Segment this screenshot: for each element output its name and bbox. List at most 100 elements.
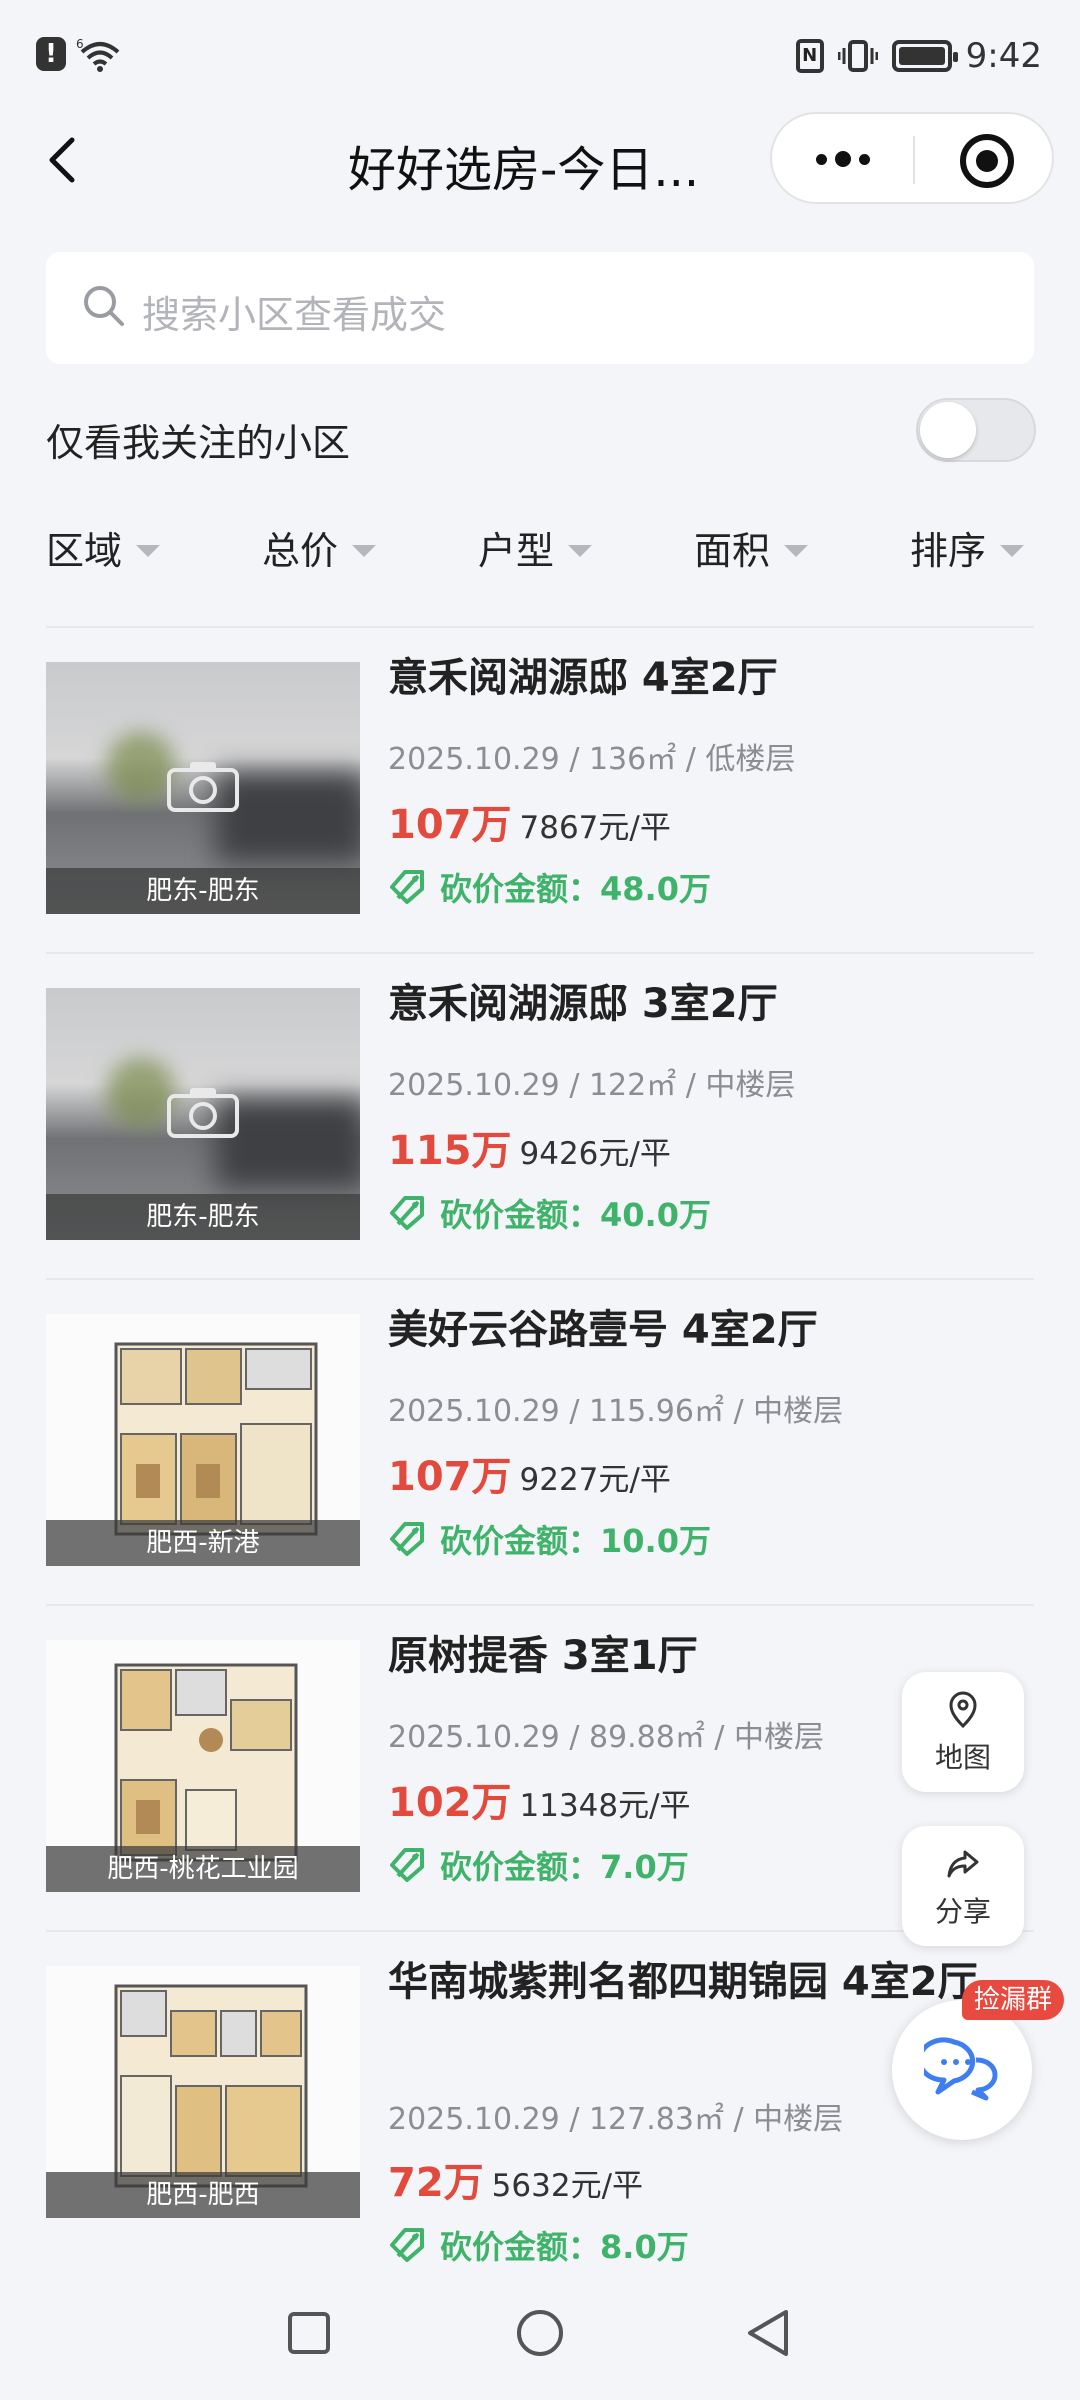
filter-area[interactable]: 面积 [694,520,809,575]
price-tag-icon [390,870,424,904]
map-label: 地图 [934,1741,991,1774]
district-label: 肥东-肥东 [46,1194,360,1240]
status-left: ! 6 [36,36,122,72]
listing-meta: 2025.10.29 / 127.83㎡ / 中楼层 [388,2102,844,2137]
share-label: 分享 [934,1895,991,1928]
search-input[interactable]: 搜索小区查看成交 [46,252,1034,364]
chevron-down-icon [568,544,593,557]
status-bar: ! 6 N 9:42 [0,0,1080,110]
search-icon [84,286,124,326]
listing-meta: 2025.10.29 / 115.96㎡ / 中楼层 [388,1394,844,1429]
toggle-knob [920,402,976,458]
discount-label: 砍价金额： [440,1196,601,1234]
filter-label: 区域 [46,529,123,573]
chevron-down-icon [1000,544,1025,557]
status-right: N 9:42 [795,36,1042,76]
wifi-icon: 6 [76,37,120,72]
map-pin-icon [949,1691,977,1729]
listing-title: 意禾阅湖源邸 4室2厅 [388,655,778,701]
district-label: 肥西-桃花工业园 [46,1846,360,1892]
total-price: 102万 [388,1780,512,1826]
listing-price: 107万 9227元/平 [388,1444,671,1502]
recent-apps-button[interactable] [288,2312,330,2354]
more-button[interactable] [808,134,878,184]
listing-title: 美好云谷路壹号 4室2厅 [388,1307,818,1353]
unit-price: 11348元/平 [519,1788,691,1824]
listing-meta: 2025.10.29 / 89.88㎡ / 中楼层 [388,1720,825,1755]
page-title: 好好选房-今日... [348,142,700,198]
filter-sort[interactable]: 排序 [910,520,1025,575]
nav-bar: 好好选房-今日... [0,110,1080,210]
floor-plan-image: 肥西-桃花工业园 [46,1640,360,1892]
discount-label: 砍价金额： [440,1848,601,1886]
unit-price: 5632元/平 [491,2168,644,2204]
discount-row: 砍价金额：10.0万 [388,1516,711,1562]
listing-title: 意禾阅湖源邸 3室2厅 [388,981,778,1027]
map-button[interactable]: 地图 [902,1672,1024,1792]
discount-row: 砍价金额：48.0万 [388,864,711,910]
district-label: 肥西-新港 [46,1520,360,1566]
filter-layout[interactable]: 户型 [478,520,593,575]
price-tag-icon [390,1522,424,1556]
discount-value: 10.0万 [600,1522,711,1560]
listing-card[interactable]: 肥东-肥东 意禾阅湖源邸 4室2厅 2025.10.29 / 136㎡ / 低楼… [46,628,1034,954]
total-price: 107万 [388,802,512,848]
filter-bar: 区域 总价 户型 面积 排序 [0,520,1080,580]
discount-row: 砍价金额：7.0万 [388,1842,689,1888]
listing-price: 115万 9426元/平 [388,1118,671,1176]
close-button[interactable] [960,134,1014,188]
home-button[interactable] [517,2310,563,2356]
camera-icon [167,762,239,812]
listing-card[interactable]: 肥东-肥东 意禾阅湖源邸 3室2厅 2025.10.29 / 122㎡ / 中楼… [46,954,1034,1280]
search-placeholder: 搜索小区查看成交 [142,293,447,337]
unit-price: 9426元/平 [519,1136,671,1172]
unit-price: 9227元/平 [519,1462,671,1498]
follow-filter-label: 仅看我关注的小区 [46,421,351,465]
chevron-down-icon [784,544,809,557]
alert-icon: ! [36,37,66,71]
total-price: 115万 [388,1128,512,1174]
chevron-down-icon [352,544,377,557]
system-nav-bar [0,2290,1080,2400]
camera-icon [167,1088,239,1138]
filter-label: 总价 [262,529,339,573]
listing-card[interactable]: 肥西-新港 美好云谷路壹号 4室2厅 2025.10.29 / 115.96㎡ … [46,1280,1034,1606]
filter-total-price[interactable]: 总价 [262,520,377,575]
listing-meta: 2025.10.29 / 122㎡ / 中楼层 [388,1068,796,1103]
listing-card[interactable]: 肥西-肥西 华南城紫荆名都四期锦园 4室2厅 2025.10.29 / 127.… [46,1932,1034,2292]
discount-row: 砍价金额：8.0万 [388,2222,689,2268]
discount-label: 砍价金额： [440,2228,601,2266]
floor-plan-image: 肥西-新港 [46,1314,360,1566]
share-button[interactable]: 分享 [902,1826,1024,1946]
listing-card[interactable]: 肥西-桃花工业园 原树提香 3室1厅 2025.10.29 / 89.88㎡ /… [46,1606,1034,1932]
discount-label: 砍价金额： [440,1522,601,1560]
listing-photo: 肥东-肥东 [46,988,360,1240]
chat-bubbles-icon [924,2037,998,2101]
floor-plan-image: 肥西-肥西 [46,1966,360,2218]
signal-label: 6 [76,37,84,51]
back-button[interactable] [38,132,88,188]
battery-icon [891,40,958,72]
follow-toggle[interactable] [916,398,1036,462]
filter-district[interactable]: 区域 [46,520,161,575]
chevron-down-icon [136,544,161,557]
share-icon [947,1850,979,1878]
filter-label: 面积 [694,529,771,573]
listing-photo: 肥东-肥东 [46,662,360,914]
discount-value: 7.0万 [600,1848,689,1886]
status-time: 9:42 [965,36,1042,76]
discount-value: 40.0万 [600,1196,711,1234]
total-price: 107万 [388,1454,512,1500]
listing-price: 107万 7867元/平 [388,792,671,850]
filter-label: 排序 [910,529,987,573]
capsule-divider [913,136,915,184]
discount-label: 砍价金额： [440,870,601,908]
discount-value: 8.0万 [600,2228,689,2266]
nfc-icon: N [795,39,824,73]
price-tag-icon [390,1848,424,1882]
discount-value: 48.0万 [600,870,711,908]
back-nav-button[interactable] [748,2310,788,2356]
group-chat-button[interactable] [892,2000,1032,2140]
discount-row: 砍价金额：40.0万 [388,1190,711,1236]
filter-label: 户型 [478,529,555,573]
